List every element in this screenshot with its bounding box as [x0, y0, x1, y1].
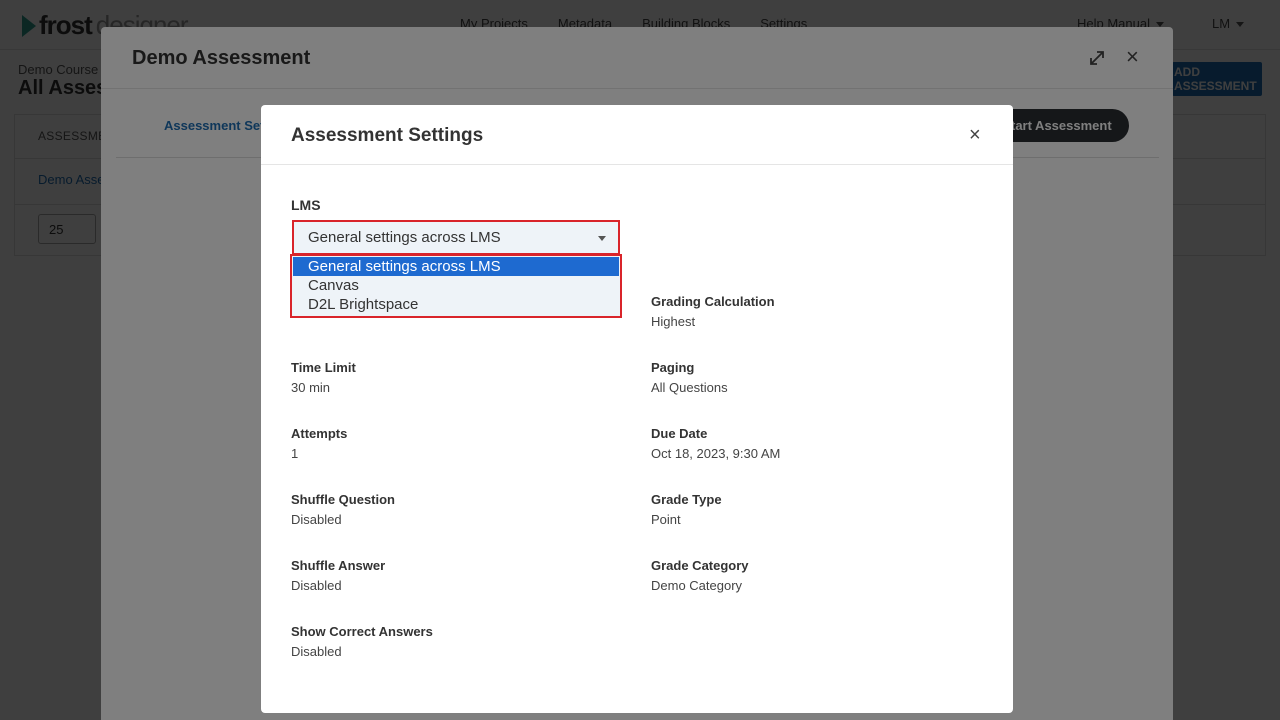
setting-label: Paging — [651, 360, 695, 375]
setting-field: Grade Type Point — [651, 492, 722, 527]
setting-field: Time Limit 30 min — [291, 360, 356, 395]
chevron-down-icon — [598, 236, 606, 241]
setting-value: 30 min — [291, 380, 331, 395]
setting-label: Attempts — [291, 426, 348, 441]
setting-value: Oct 18, 2023, 9:30 AM — [651, 446, 781, 461]
setting-value: Highest — [651, 314, 696, 329]
lms-selected-value: General settings across LMS — [308, 229, 501, 246]
setting-value: 1 — [291, 446, 299, 461]
setting-label: Shuffle Answer — [291, 558, 386, 573]
setting-field: Attempts 1 — [291, 426, 347, 461]
setting-value: All Questions — [651, 380, 728, 395]
setting-value: Disabled — [291, 578, 342, 593]
lms-option-d2l-brightspace[interactable]: D2L Brightspace — [293, 295, 619, 314]
setting-label: Time Limit — [291, 360, 356, 375]
lms-option-canvas[interactable]: Canvas — [293, 276, 619, 295]
setting-field: Due Date Oct 18, 2023, 9:30 AM — [651, 426, 780, 461]
setting-value: Point — [651, 512, 681, 527]
settings-modal-divider — [261, 164, 1013, 165]
setting-field: Grade Category Demo Category — [651, 558, 749, 593]
lms-dropdown-list: General settings across LMS Canvas D2L B… — [290, 254, 622, 318]
setting-field: Show Correct Answers Disabled — [291, 624, 433, 659]
setting-label: Grading Calculation — [651, 294, 775, 309]
setting-label: Shuffle Question — [291, 492, 395, 507]
setting-label: Grade Category — [651, 558, 749, 573]
close-icon[interactable]: × — [969, 125, 981, 145]
lms-label: LMS — [291, 197, 321, 213]
setting-field: Grading Calculation Highest — [651, 294, 775, 329]
settings-modal: Assessment Settings × LMS 0 Time Limit 3… — [261, 105, 1013, 713]
setting-field: Shuffle Question Disabled — [291, 492, 395, 527]
setting-label: Due Date — [651, 426, 708, 441]
setting-value: Demo Category — [651, 578, 743, 593]
setting-field: Shuffle Answer Disabled — [291, 558, 385, 593]
setting-label: Show Correct Answers — [291, 624, 433, 639]
settings-modal-title: Assessment Settings — [291, 125, 484, 146]
lms-option-general[interactable]: General settings across LMS — [293, 257, 619, 276]
setting-field: Paging All Questions — [651, 360, 728, 395]
lms-select[interactable]: General settings across LMS — [292, 220, 620, 255]
setting-label: Grade Type — [651, 492, 722, 507]
setting-value: Disabled — [291, 644, 342, 659]
setting-value: Disabled — [291, 512, 342, 527]
